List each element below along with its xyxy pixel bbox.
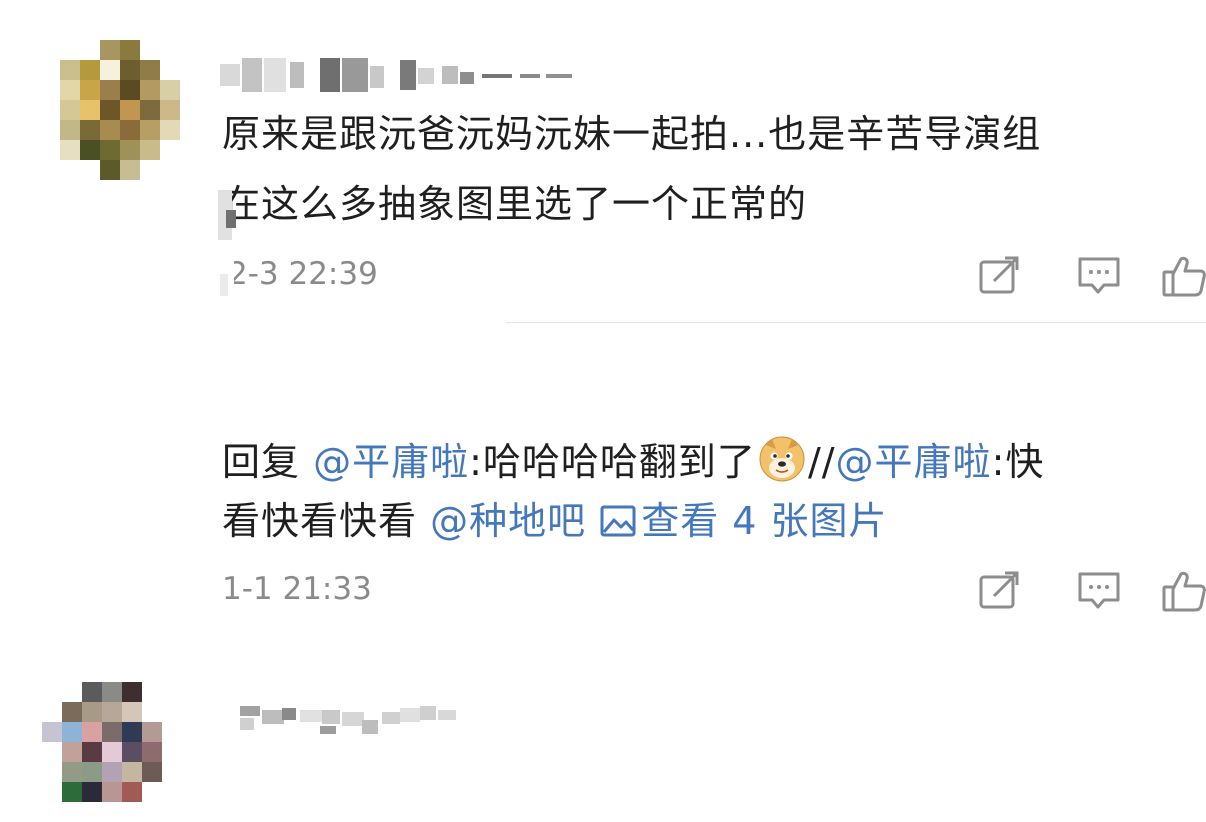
comment-button[interactable] <box>1076 253 1122 299</box>
comment-actions <box>886 253 1206 303</box>
comment-time: 2-3 22:39 <box>228 256 378 292</box>
like-button[interactable] <box>1161 568 1206 614</box>
comment-time: 1-1 21:33 <box>222 571 372 607</box>
mention-link[interactable]: @平庸啦 <box>836 440 992 484</box>
reply-body-2: :快 <box>991 440 1045 484</box>
comment-text-line-2: 在这么多抽象图里选了一个正常的 <box>222 182 808 226</box>
reply-body: :哈哈哈哈翻到了 <box>469 440 756 484</box>
like-icon <box>1162 571 1206 612</box>
divider <box>506 322 1206 323</box>
share-button[interactable] <box>976 568 1022 614</box>
comment-item: 回复 @平庸啦:哈哈哈哈翻到了 //@平庸啦:快 看快看快看 @种地吧 查看 4… <box>0 324 1206 822</box>
share-button[interactable] <box>976 253 1022 299</box>
reply-body-3: 看快看快看 <box>222 499 418 543</box>
mention-link[interactable]: @种地吧 <box>430 499 586 543</box>
censor-block <box>220 274 228 296</box>
share-icon <box>979 256 1019 294</box>
image-icon <box>600 505 636 537</box>
comment-text-line-1: 原来是跟沅爸沅妈沅妹一起拍...也是辛苦导演组 <box>222 112 1042 156</box>
censor-block <box>226 210 236 228</box>
comment-actions <box>886 568 1206 618</box>
view-images-link[interactable]: 查看 4 张图片 <box>599 499 887 543</box>
doge-emoji <box>759 436 805 482</box>
comment-icon <box>1078 572 1120 609</box>
share-icon <box>979 571 1019 609</box>
repost-separator: // <box>807 440 836 484</box>
mention-link[interactable]: @平庸啦 <box>313 440 469 484</box>
reply-prefix: 回复 <box>222 440 301 484</box>
reply-text-line-1: 回复 @平庸啦:哈哈哈哈翻到了 //@平庸啦:快 <box>222 435 1044 486</box>
like-icon <box>1162 256 1206 297</box>
reply-text-line-2: 看快看快看 @种地吧 查看 4 张图片 <box>222 497 888 545</box>
comment-item: 原来是跟沅爸沅妈沅妹一起拍...也是辛苦导演组 在这么多抽象图里选了一个正常的 … <box>0 0 1206 324</box>
like-button[interactable] <box>1161 253 1206 299</box>
comment-icon <box>1078 257 1120 294</box>
view-images-label[interactable]: 查看 4 张图片 <box>641 499 887 543</box>
avatar[interactable] <box>42 682 162 822</box>
avatar[interactable] <box>60 40 180 180</box>
comment-button[interactable] <box>1076 568 1122 614</box>
